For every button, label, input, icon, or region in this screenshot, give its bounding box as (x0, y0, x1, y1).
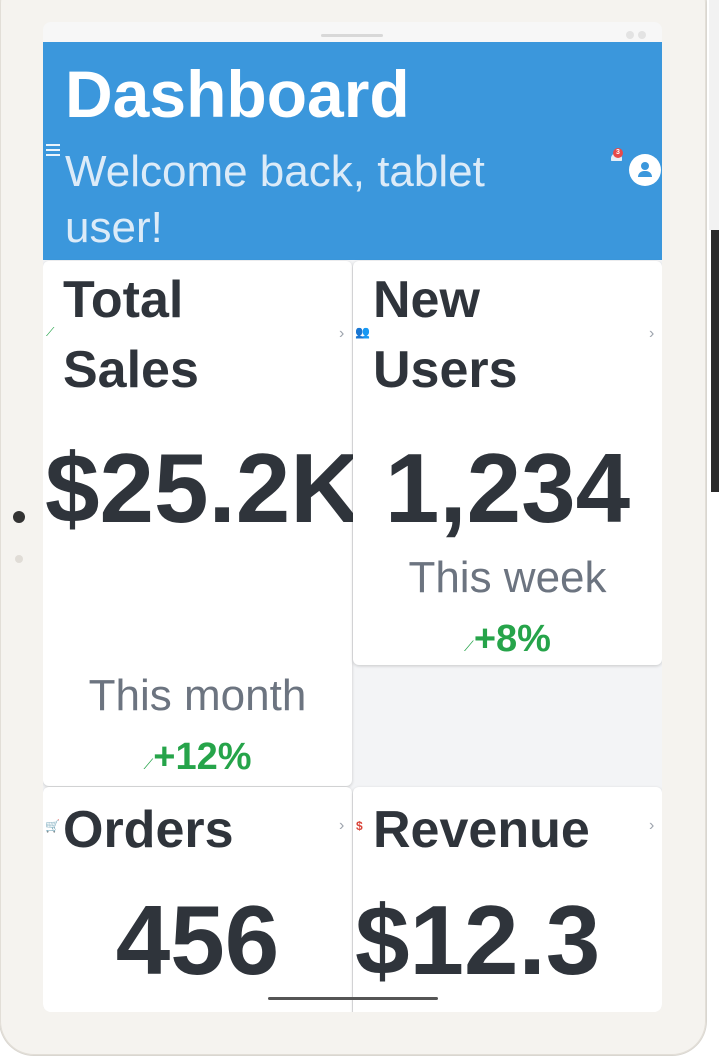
status-icons (622, 26, 652, 39)
tablet-screen: Dashboard Welcome back, tablet user! 3 ⟋… (43, 22, 662, 1012)
background-window-edge-dark (711, 230, 719, 492)
menu-icon[interactable] (46, 144, 60, 156)
home-indicator[interactable] (268, 997, 438, 1000)
chevron-right-icon: › (649, 325, 655, 342)
total-sales-card[interactable]: ⟋ Total Sales › $25.2K This month ⟋+12% (43, 261, 362, 786)
new-users-label: New Users (373, 271, 518, 399)
notification-badge: 3 (613, 148, 623, 158)
total-sales-period: This month (88, 671, 307, 720)
chevron-right-icon: › (649, 817, 655, 834)
revenue-label: Revenue (373, 801, 590, 859)
cart-icon: 🛒 (45, 819, 60, 833)
chevron-right-icon: › (339, 817, 345, 834)
orders-card[interactable]: 🛒 Orders › 456 (43, 787, 352, 1012)
orders-label: Orders (63, 801, 234, 859)
camera-lens (13, 511, 25, 523)
trend-up-small-icon: ⟋ (464, 638, 474, 654)
chevron-right-icon: › (339, 325, 345, 342)
new-users-delta: ⟋+8% (464, 618, 551, 660)
new-users-card[interactable]: 👥 New Users › 1,234 This week ⟋+8% (353, 261, 662, 665)
total-sales-value: $25.2K (45, 433, 362, 543)
camera-sensor (15, 555, 23, 563)
welcome-message: Welcome back, tablet user! (65, 147, 485, 252)
new-users-period: This week (408, 553, 607, 602)
page-title: Dashboard (65, 57, 410, 131)
revenue-card[interactable]: $ Revenue › $12.3 (353, 787, 662, 1012)
dollar-icon: $ (356, 819, 363, 833)
background-window-edge (709, 0, 719, 230)
status-bar (43, 22, 662, 42)
trend-up-small-icon: ⟋ (143, 756, 154, 772)
new-users-value: 1,234 (384, 433, 631, 543)
revenue-value: $12.3 (355, 885, 601, 995)
dashboard-header: Dashboard Welcome back, tablet user! 3 (43, 42, 662, 260)
trending-up-icon: ⟋ (46, 325, 55, 339)
people-icon: 👥 (355, 325, 370, 339)
total-sales-delta: ⟋+12% (143, 736, 252, 778)
status-bar-notch (321, 34, 383, 37)
total-sales-label: Total Sales (63, 271, 199, 399)
user-avatar-icon[interactable] (629, 154, 661, 186)
notification-bell-icon[interactable]: 3 (609, 148, 625, 164)
orders-value: 456 (115, 885, 280, 995)
